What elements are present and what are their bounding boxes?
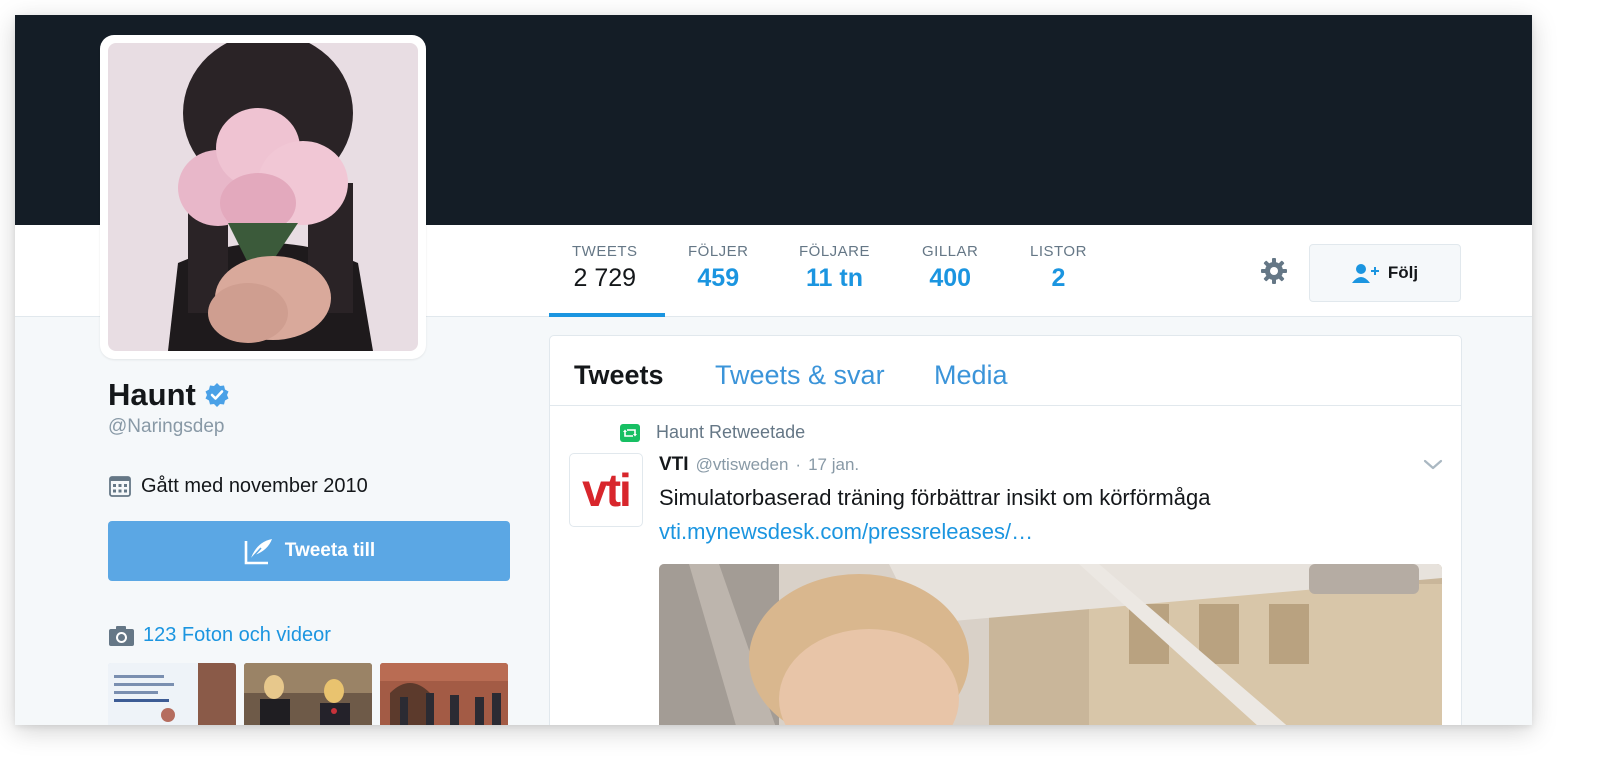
photo-thumbnail[interactable] <box>108 663 236 725</box>
stat-label: TWEETS <box>572 243 638 260</box>
photo-thumbnail-image <box>244 663 372 725</box>
tweet-link[interactable]: vti.mynewsdesk.com/pressreleases/… <box>659 519 1033 545</box>
tweet-text: Simulatorbaserad träning förbättrar insi… <box>659 485 1211 510</box>
active-stat-underline <box>549 313 665 317</box>
tab-media[interactable]: Media <box>934 360 1008 391</box>
verified-badge-icon <box>205 383 229 407</box>
tab-tweets-and-replies[interactable]: Tweets & svar <box>715 360 885 391</box>
stat-label: LISTOR <box>1030 243 1087 260</box>
profile-name: Haunt <box>108 377 230 413</box>
add-user-icon <box>1351 264 1379 283</box>
retweet-context: Haunt Retweetade <box>620 422 805 443</box>
follow-button-label: Följ <box>1387 263 1419 282</box>
stat-lists[interactable]: LISTOR 2 <box>1030 243 1087 293</box>
timeline-card: Tweets Tweets & svar Media Haunt Retweet… <box>549 335 1462 725</box>
tweet-to-label: Tweeta till <box>284 540 376 561</box>
tweet-header: VTI @vtisweden · 17 jan. <box>659 454 859 476</box>
tweet-author-handle[interactable]: @vtisweden <box>696 455 789 475</box>
tweet-author-avatar[interactable]: vti <box>569 453 643 527</box>
stat-label: FÖLJER <box>688 243 749 260</box>
photos-videos-label: 123 Foton och videor <box>143 624 331 646</box>
stat-value: 400 <box>929 264 972 292</box>
profile-name-text: Haunt <box>108 377 196 412</box>
timeline-tabs: Tweets Tweets & svar Media <box>550 336 1461 406</box>
stat-following[interactable]: FÖLJER 459 <box>688 243 749 293</box>
follow-button[interactable]: Följ <box>1309 244 1461 302</box>
profile-handle[interactable]: @Naringsdep <box>108 416 224 438</box>
profile-page: TWEETS 2 729 FÖLJER 459 FÖLJARE 11 tn GI… <box>15 15 1532 725</box>
tab-tweets[interactable]: Tweets <box>574 360 664 391</box>
stat-likes[interactable]: GILLAR 400 <box>922 243 978 293</box>
stat-followers[interactable]: FÖLJARE 11 tn <box>799 243 870 293</box>
profile-avatar[interactable] <box>100 35 426 359</box>
tweet-date[interactable]: 17 jan. <box>808 455 859 475</box>
stat-label: FÖLJARE <box>799 243 871 260</box>
stat-tweets[interactable]: TWEETS 2 729 <box>572 243 638 293</box>
tweet-media-photo <box>659 564 1442 725</box>
photo-thumbnail-image <box>380 663 508 725</box>
stat-value: 2 729 <box>573 264 637 292</box>
stat-label: GILLAR <box>922 243 979 260</box>
gear-icon[interactable] <box>1259 256 1289 286</box>
stat-value: 11 tn <box>806 264 863 292</box>
photo-thumbnail[interactable] <box>380 663 508 725</box>
tweet-meta-separator: · <box>795 455 802 474</box>
camera-icon <box>109 625 134 646</box>
stat-value: 459 <box>697 264 740 292</box>
joined-text: Gått med november 2010 <box>141 474 368 497</box>
joined-date: Gått med november 2010 <box>108 474 368 498</box>
photos-videos-link[interactable]: 123 Foton och videor <box>108 624 331 647</box>
avatar-photo <box>108 43 418 351</box>
chevron-down-icon[interactable] <box>1422 458 1444 472</box>
calendar-icon <box>109 476 131 497</box>
compose-quill-icon <box>244 539 272 565</box>
photo-thumbnail[interactable] <box>244 663 372 725</box>
tweet-media-image[interactable] <box>659 564 1442 725</box>
tweet-author-name[interactable]: VTI <box>659 454 689 476</box>
stat-value: 2 <box>1051 264 1066 292</box>
photo-thumbnail-image <box>108 663 236 725</box>
retweet-icon <box>620 423 640 442</box>
retweet-context-text[interactable]: Haunt Retweetade <box>656 422 805 443</box>
tweet-to-button[interactable]: Tweeta till <box>108 521 510 581</box>
